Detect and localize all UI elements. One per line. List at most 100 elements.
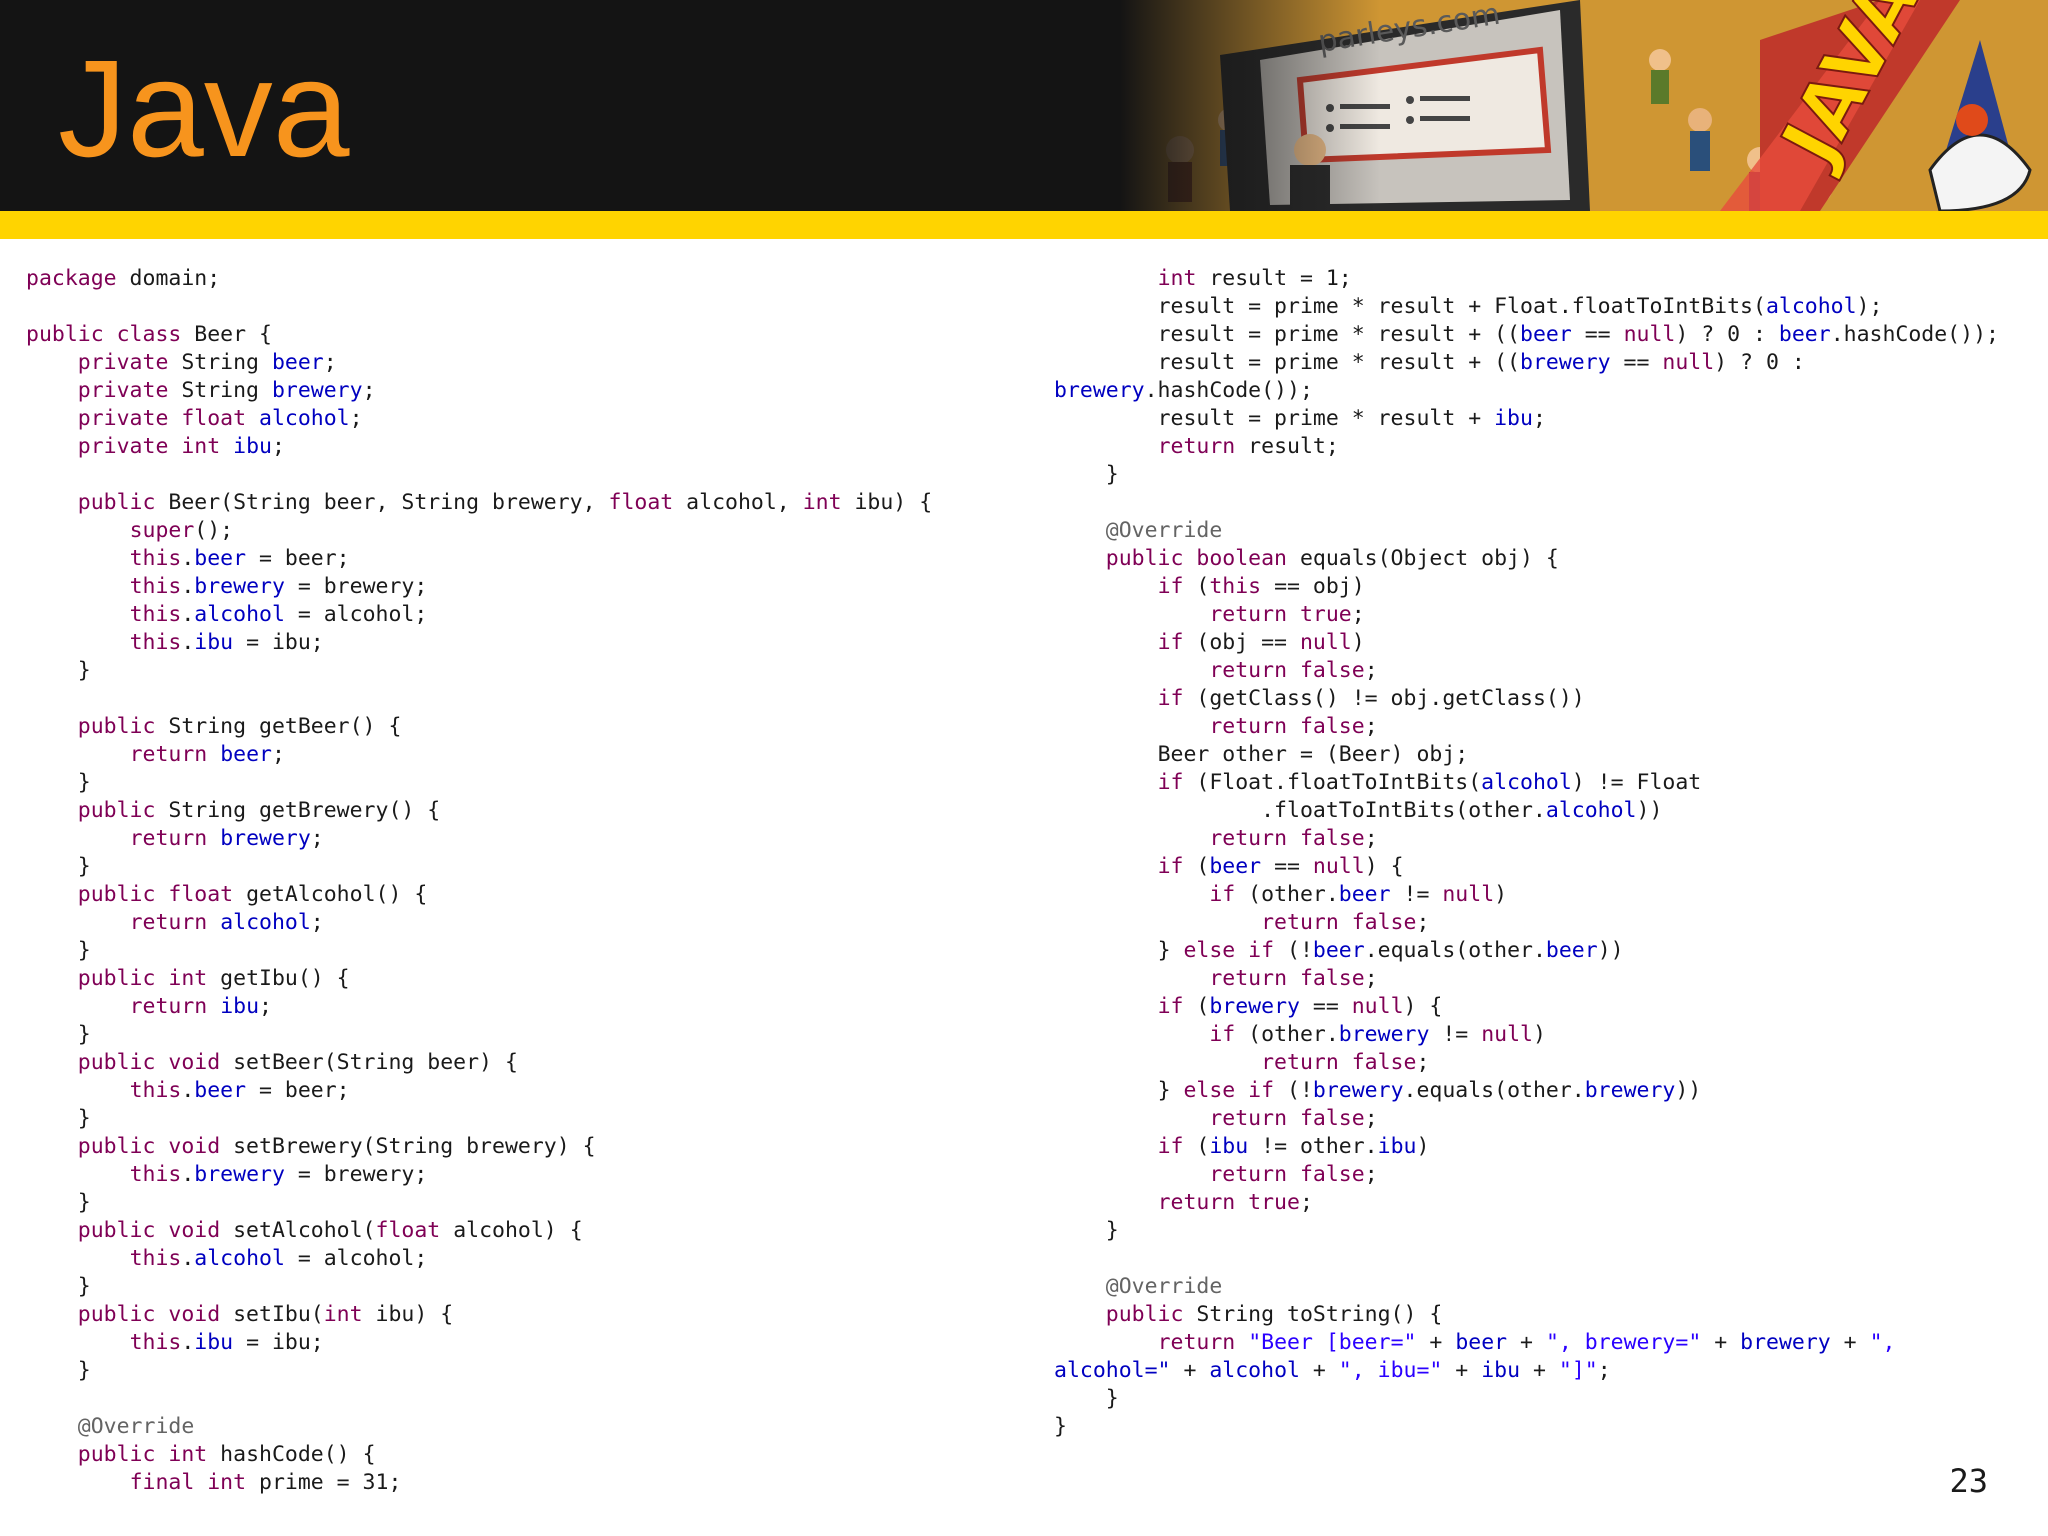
code-keyword: private int (77, 434, 221, 459)
code-left-line: this.ibu = ibu; (26, 629, 1026, 657)
code-left-line: return alcohol; (26, 909, 1026, 937)
code-text: ; (310, 910, 324, 935)
code-field: ibu (1377, 1134, 1417, 1159)
code-keyword: public void (77, 1218, 221, 1243)
code-field: alcohol (194, 1246, 285, 1271)
code-right-line: alcohol=" + alcohol + ", ibu=" + ibu + "… (1054, 1357, 2034, 1385)
code-text: . (181, 630, 195, 655)
code-left-line: return ibu; (26, 993, 1026, 1021)
code-keyword: if (1209, 882, 1236, 907)
code-text: != (1390, 882, 1443, 907)
code-text: + (1416, 1330, 1456, 1355)
code-text: domain; (116, 266, 221, 291)
code-field: ibu (233, 434, 272, 459)
code-text: ; (1364, 714, 1378, 739)
code-text: } (1054, 1078, 1184, 1103)
code-keyword: return false (1209, 658, 1365, 683)
code-left-line: public String getBrewery() { (26, 797, 1026, 825)
code-string: ", brewery=" (1545, 1330, 1702, 1355)
code-text: ) (1416, 1134, 1430, 1159)
code-text: ; (323, 350, 337, 375)
code-text: = alcohol; (284, 602, 428, 627)
code-text: ; (1351, 602, 1365, 627)
code-left-line: } (26, 1357, 1026, 1385)
code-keyword: if (1157, 994, 1184, 1019)
code-text: == (1261, 854, 1313, 879)
code-text: ) { (1364, 854, 1404, 879)
code-keyword: public boolean (1105, 546, 1287, 571)
code-text: .hashCode()); (1830, 322, 1999, 347)
code-left-line: } (26, 937, 1026, 965)
code-left-line: public String getBeer() { (26, 713, 1026, 741)
code-column-left: package domain;​public class Beer { priv… (26, 265, 1026, 1497)
code-field: beer (271, 350, 324, 375)
code-left-line: public void setBrewery(String brewery) { (26, 1133, 1026, 1161)
code-left-line: public void setBeer(String beer) { (26, 1049, 1026, 1077)
code-text: ; (1416, 910, 1430, 935)
code-left-line: ​ (26, 461, 1026, 489)
code-text: (getClass() != obj.getClass()) (1183, 686, 1585, 711)
code-right-line: brewery.hashCode()); (1054, 377, 2034, 405)
code-right-line: ​ (1054, 1245, 2034, 1273)
code-field: brewery (1740, 1330, 1831, 1355)
code-left-line: public void setIbu(int ibu) { (26, 1301, 1026, 1329)
code-text: (Float.floatToIntBits( (1183, 770, 1482, 795)
code-keyword: this (129, 1162, 182, 1187)
code-keyword: final int (129, 1470, 247, 1495)
code-keyword: else if (1183, 938, 1275, 963)
code-right-line: return true; (1054, 601, 2034, 629)
code-text: result = prime * result + (( (1054, 322, 1520, 347)
code-field: beer (194, 546, 247, 571)
code-text: + (1701, 1330, 1741, 1355)
code-text: ibu) { (362, 1302, 454, 1327)
code-text: )) (1675, 1078, 1702, 1103)
code-text: } (26, 854, 91, 879)
code-right-line: result = prime * result + Float.floatToI… (1054, 293, 2034, 321)
code-keyword: return true (1157, 1190, 1300, 1215)
code-text: (! (1274, 1078, 1313, 1103)
code-annotation: @Override (1105, 1274, 1223, 1299)
code-text: String getBeer() { (155, 714, 402, 739)
code-text: String (168, 378, 272, 403)
code-keyword: public int (77, 966, 208, 991)
code-text: != other. (1248, 1134, 1378, 1159)
code-text: } (26, 1022, 91, 1047)
code-left-line: this.brewery = brewery; (26, 573, 1026, 601)
code-keyword: if (1157, 770, 1184, 795)
code-field: beer (220, 742, 272, 767)
code-text: ; (1364, 1162, 1378, 1187)
code-column-right: int result = 1; result = prime * result … (1054, 265, 2034, 1441)
code-text: == (1610, 350, 1663, 375)
code-field: brewery (271, 378, 363, 403)
code-keyword: this (129, 602, 182, 627)
code-text: = beer; (246, 546, 350, 571)
code-text: Beer other = (Beer) obj; (1054, 742, 1469, 767)
code-text: ) ? 0 : (1675, 322, 1779, 347)
code-string: ", ibu=" (1338, 1358, 1443, 1383)
code-left-line: this.ibu = ibu; (26, 1329, 1026, 1357)
code-text: String getBrewery() { (155, 798, 441, 823)
code-text: alcohol) { (440, 1218, 583, 1243)
code-right-line: return true; (1054, 1189, 2034, 1217)
